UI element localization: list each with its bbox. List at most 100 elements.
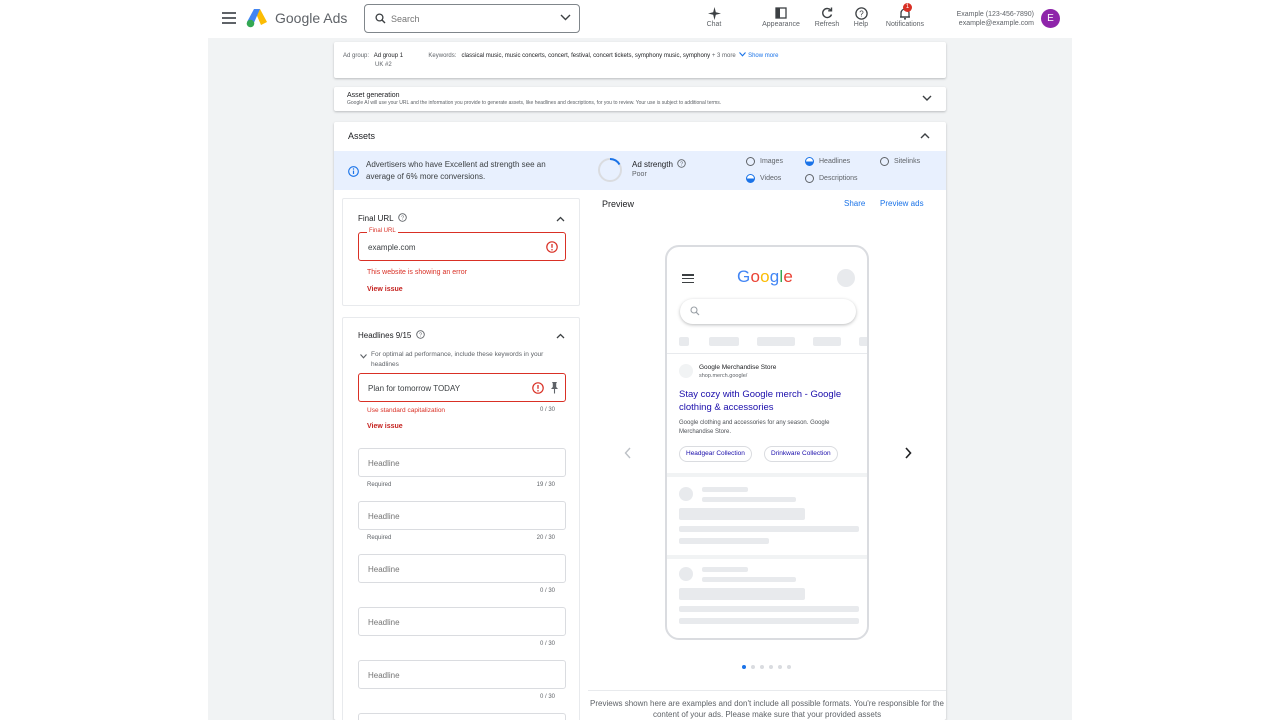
tool-label: Help [853, 21, 869, 28]
headline-input[interactable] [368, 668, 528, 682]
headline-field[interactable] [358, 713, 566, 720]
chevron-down-icon[interactable] [360, 354, 367, 359]
check-label: Descriptions [819, 175, 858, 182]
check-label: Headlines [819, 158, 851, 165]
ad-headline[interactable]: Stay cozy with Google merch - Google clo… [679, 388, 854, 414]
carousel-dot[interactable] [742, 665, 746, 669]
carousel-dot[interactable] [778, 665, 782, 669]
headline-helper: Required [367, 535, 392, 541]
help-button[interactable]: ? Help [850, 5, 872, 28]
headline-input[interactable] [368, 509, 528, 523]
check-videos: Videos [746, 174, 781, 183]
preview-title: Preview [602, 199, 635, 209]
headline-field[interactable] [358, 554, 566, 583]
final-url-title: Final URL ? [358, 213, 407, 223]
logo-letter: g [769, 267, 780, 286]
error-icon [532, 382, 544, 394]
headline-error: Use standard capitalization [367, 407, 446, 414]
show-more-link[interactable]: Show more [748, 53, 778, 59]
chevron-up-icon[interactable] [920, 132, 930, 139]
chat-button[interactable]: Chat [700, 5, 728, 28]
keyword-suggestion[interactable]: For optimal ad performance, include thes… [371, 350, 571, 370]
ad-display-url: shop.merch.google/ [699, 373, 748, 379]
headline-counter: 0 / 30 [539, 407, 555, 413]
chevron-down-icon[interactable] [560, 14, 571, 21]
mock-search-bar [680, 299, 856, 324]
status-half-circle-icon [805, 157, 814, 166]
divider [667, 555, 867, 559]
tool-label: Chat [706, 21, 722, 28]
logo-letter: o [760, 267, 770, 286]
final-url-field-label: Final URL [367, 228, 398, 234]
headline-field[interactable] [358, 373, 566, 402]
phone-mockup: Google Google Merchandise Store shop.mer… [665, 245, 869, 640]
final-url-input[interactable] [368, 240, 528, 254]
carousel-dot[interactable] [769, 665, 773, 669]
headline-input[interactable] [368, 456, 528, 470]
share-button[interactable]: Share [844, 199, 865, 208]
view-issue-link[interactable]: View issue [367, 286, 403, 293]
chevron-down-icon[interactable] [922, 95, 932, 102]
chevron-right-icon[interactable] [904, 447, 912, 459]
avatar [837, 269, 855, 287]
menu-icon [682, 274, 694, 283]
headline-field[interactable] [358, 501, 566, 530]
avatar[interactable]: E [1041, 9, 1060, 28]
account-info[interactable]: Example (123-456-7890) example@example.c… [957, 10, 1034, 28]
main-menu-button[interactable] [222, 12, 236, 24]
preview-ads-button[interactable]: Preview ads [880, 199, 924, 208]
headlines-title: Headlines 9/15 ? [358, 330, 425, 340]
chevron-left-icon[interactable] [624, 447, 632, 459]
pin-icon[interactable] [550, 381, 559, 394]
carousel-dot[interactable] [751, 665, 755, 669]
ad-strength-tip: Advertisers who have Excellent ad streng… [366, 160, 546, 181]
ad-strength-value: Poor [632, 171, 647, 178]
headline-input[interactable] [368, 615, 528, 629]
help-icon[interactable]: ? [677, 159, 686, 168]
carousel-dot[interactable] [760, 665, 764, 669]
headline-input[interactable] [368, 381, 528, 395]
status-half-circle-icon [746, 174, 755, 183]
carousel-dot[interactable] [787, 665, 791, 669]
final-url-field[interactable]: Final URL [358, 228, 566, 261]
keywords-more: + 3 more [711, 53, 736, 59]
sitelink-chip[interactable]: Drinkware Collection [764, 446, 838, 462]
skeleton-line [702, 497, 796, 502]
tool-label: Appearance [762, 21, 800, 28]
headline-counter: 0 / 30 [539, 588, 555, 594]
headline-field[interactable] [358, 607, 566, 636]
chevron-down-icon [739, 52, 747, 57]
skeleton-line [679, 618, 859, 624]
tool-label: Refresh [814, 21, 840, 28]
headline-field[interactable] [358, 660, 566, 689]
svg-text:?: ? [859, 9, 864, 18]
sparkle-icon [707, 6, 721, 20]
chevron-up-icon[interactable] [556, 333, 565, 339]
headline-field[interactable] [358, 448, 566, 477]
headline-input[interactable] [368, 562, 528, 576]
refresh-button[interactable]: Refresh [812, 5, 842, 28]
logo-letter: G [737, 267, 751, 286]
skeleton-line [679, 538, 769, 544]
google-ads-logo [246, 9, 267, 28]
search-input[interactable] [391, 11, 551, 27]
chevron-up-icon[interactable] [556, 216, 565, 222]
account-email: example@example.com [958, 20, 1034, 27]
headlines-panel: Headlines 9/15 ? For optimal ad performa… [342, 317, 580, 720]
sitelink-chip[interactable]: Headgear Collection [679, 446, 752, 462]
help-icon[interactable]: ? [415, 330, 425, 339]
google-logo: Google [737, 267, 793, 287]
appearance-button[interactable]: Appearance [760, 5, 802, 28]
help-icon[interactable]: ? [397, 213, 407, 222]
preview-pane: Preview Share Preview ads Google Google … [588, 190, 946, 720]
headlines-title-text: Headlines 9/15 [358, 331, 412, 340]
check-label: Images [760, 158, 783, 165]
search-box[interactable] [364, 4, 580, 33]
view-issue-link[interactable]: View issue [367, 423, 403, 430]
assets-card: Assets Advertisers who have Excellent ad… [334, 122, 946, 720]
carousel-dots[interactable] [742, 665, 791, 669]
notifications-button[interactable]: 1 Notifications [882, 3, 928, 28]
ad-group-card: Ad group: Ad group 1 Keywords: classical… [334, 42, 946, 78]
asset-generation-card[interactable]: Asset generation Google AI will use your… [334, 87, 946, 111]
svg-text:?: ? [680, 162, 683, 168]
